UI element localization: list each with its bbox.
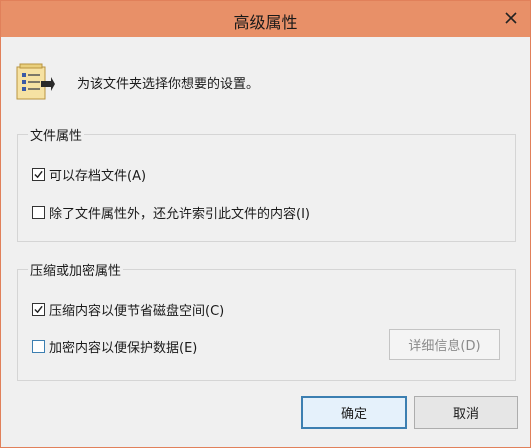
compress-checkbox-label: 压缩内容以便节省磁盘空间(C) [49,303,225,319]
index-checkbox[interactable] [32,205,45,219]
title-bar[interactable]: 高级属性 [1,1,530,37]
folder-attributes-icon [16,63,55,100]
details-button[interactable]: 详细信息(D) [389,329,500,360]
archive-checkbox[interactable] [32,167,45,181]
archive-checkbox-row[interactable]: 可以存档文件(A) [32,165,147,184]
index-checkbox-label: 除了文件属性外，还允许索引此文件的内容(I) [49,206,310,222]
window-title: 高级属性 [233,13,298,32]
compress-encrypt-group-title: 压缩或加密属性 [28,260,124,279]
index-checkbox-row[interactable]: 除了文件属性外，还允许索引此文件的内容(I) [32,203,310,222]
checkmark-icon [34,305,43,313]
ok-button[interactable]: 确定 [301,396,407,429]
compress-encrypt-group: 压缩或加密属性 压缩内容以便节省磁盘空间(C) 加密内容以便保护数据(E) 详细… [17,260,516,381]
file-attributes-group-title: 文件属性 [28,125,85,144]
dialog-description: 为该文件夹选择你想要的设置。 [77,77,260,92]
encrypt-checkbox-row[interactable]: 加密内容以便保护数据(E) [32,337,198,356]
close-icon [505,12,517,24]
encrypt-checkbox[interactable] [32,339,45,353]
compress-checkbox[interactable] [32,302,45,316]
compress-checkbox-row[interactable]: 压缩内容以便节省磁盘空间(C) [32,300,225,319]
archive-checkbox-label: 可以存档文件(A) [49,168,147,184]
cancel-button[interactable]: 取消 [414,396,518,429]
close-button[interactable] [500,7,522,29]
file-attributes-group: 文件属性 可以存档文件(A) 除了文件属性外，还允许索引此文件的内容(I) [17,125,516,242]
encrypt-checkbox-label: 加密内容以便保护数据(E) [49,340,198,356]
advanced-attributes-dialog: 高级属性 为该文件夹选择你想要的设置。 文件属性 可以存档文件(A) 除了文件属… [0,0,531,448]
checkmark-icon [34,170,43,178]
